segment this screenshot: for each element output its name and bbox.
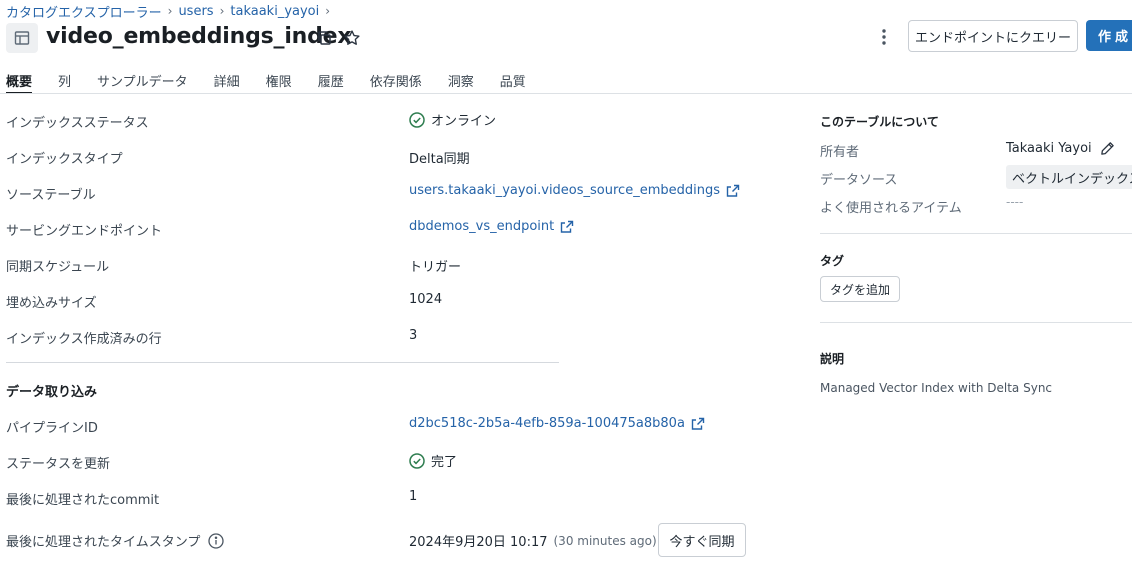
indexed-rows-value: 3: [409, 328, 418, 343]
owner-label: 所有者: [820, 145, 860, 160]
pipeline-id-link[interactable]: d2bc518c-2b5a-4efb-859a-100475a8b80a: [409, 416, 685, 431]
source-table-link[interactable]: users.takaaki_yayoi.videos_source_embedd…: [409, 183, 720, 198]
tab-lineage[interactable]: 依存関係: [370, 68, 422, 94]
last-commit-label: 最後に処理されたcommit: [6, 493, 160, 508]
tab-bar: 概要 列 サンプルデータ 詳細 権限 履歴 依存関係 洞察 品質: [6, 68, 552, 94]
embedding-size-label: 埋め込みサイズ: [6, 296, 97, 311]
frequently-used-value: ----: [1006, 195, 1024, 209]
info-icon[interactable]: [208, 532, 225, 549]
about-divider: [820, 233, 1132, 234]
update-status-label: ステータスを更新: [6, 457, 111, 472]
source-table-value: users.takaaki_yayoi.videos_source_embedd…: [409, 183, 740, 198]
about-table-title: このテーブルについて: [820, 115, 939, 129]
source-table-label: ソーステーブル: [6, 188, 96, 203]
sync-schedule-label: 同期スケジュール: [6, 260, 110, 275]
section-divider: [6, 362, 559, 363]
breadcrumb-users[interactable]: users: [178, 4, 213, 19]
breadcrumb-schema[interactable]: takaaki_yayoi: [230, 4, 319, 19]
embedding-size-value: 1024: [409, 292, 443, 307]
external-link-icon[interactable]: [560, 220, 574, 234]
tab-overview[interactable]: 概要: [6, 68, 33, 94]
index-status-label: インデックスステータス: [6, 116, 149, 131]
check-circle-icon: [409, 111, 425, 128]
query-endpoint-button[interactable]: エンドポイントにクエリー: [908, 20, 1078, 52]
external-link-icon[interactable]: [691, 417, 705, 431]
table-icon: [6, 23, 38, 53]
tab-insights[interactable]: 洞察: [448, 68, 474, 94]
add-tag-button[interactable]: タグを追加: [820, 276, 900, 302]
description-text: Managed Vector Index with Delta Sync: [820, 381, 1053, 395]
serving-endpoint-value: dbdemos_vs_endpoint: [409, 219, 574, 234]
last-commit-value: 1: [409, 489, 418, 504]
tab-quality[interactable]: 品質: [500, 68, 526, 94]
breadcrumb-separator: ›: [325, 4, 331, 18]
owner-name: Takaaki Yayoi: [1006, 141, 1092, 156]
external-link-icon[interactable]: [726, 184, 740, 198]
description-title: 説明: [820, 352, 845, 366]
last-timestamp-relative: (30 minutes ago): [553, 533, 657, 548]
sync-schedule-value: トリガー: [409, 260, 462, 275]
data-ingestion-title: データ取り込み: [6, 385, 98, 400]
serving-endpoint-label: サービングエンドポイント: [6, 224, 163, 239]
page-title: video_embeddings_index: [46, 24, 352, 49]
pipeline-id-value: d2bc518c-2b5a-4efb-859a-100475a8b80a: [409, 416, 705, 431]
tags-divider: [820, 322, 1132, 323]
last-timestamp-value: 2024年9月20日 10:17 (30 minutes ago): [409, 531, 657, 551]
index-type-value: Delta同期: [409, 152, 470, 167]
tags-title: タグ: [820, 254, 845, 268]
more-options-icon[interactable]: [872, 25, 896, 49]
breadcrumb-separator: ›: [167, 4, 173, 18]
sync-now-button[interactable]: 今すぐ同期: [658, 523, 746, 557]
last-timestamp-label: 最後に処理されたタイムスタンプ: [6, 535, 201, 550]
index-type-label: インデックスタイプ: [6, 152, 123, 167]
serving-endpoint-link[interactable]: dbdemos_vs_endpoint: [409, 219, 554, 234]
copy-icon[interactable]: [314, 28, 334, 48]
tab-details[interactable]: 詳細: [214, 68, 240, 94]
index-status-text: オンライン: [431, 114, 497, 129]
owner-value: Takaaki Yayoi: [1006, 141, 1115, 156]
last-timestamp-text: 2024年9月20日 10:17: [409, 535, 548, 550]
update-status-value: 完了: [409, 451, 457, 470]
create-button[interactable]: 作成: [1086, 20, 1132, 51]
indexed-rows-label: インデックス作成済みの行: [6, 332, 162, 347]
tab-sample-data[interactable]: サンプルデータ: [97, 68, 188, 94]
star-icon[interactable]: [341, 27, 363, 49]
breadcrumb-separator: ›: [219, 4, 225, 18]
tabs-divider: [0, 93, 1132, 94]
index-status-value: オンライン: [409, 110, 496, 129]
pipeline-id-label: パイプラインID: [6, 421, 98, 436]
pencil-icon[interactable]: [1100, 141, 1115, 156]
update-status-text: 完了: [431, 455, 458, 470]
frequently-used-label: よく使用されるアイテム: [820, 201, 962, 216]
check-circle-icon: [409, 452, 425, 469]
data-source-label: データソース: [820, 173, 898, 188]
breadcrumb-catalog-explorer[interactable]: カタログエクスプローラー: [6, 2, 162, 21]
tab-columns[interactable]: 列: [58, 68, 71, 94]
tab-permissions[interactable]: 権限: [266, 68, 292, 94]
tab-history[interactable]: 履歴: [318, 68, 344, 94]
last-timestamp-label-row: 最後に処理されたタイムスタンプ: [6, 531, 225, 550]
breadcrumb: カタログエクスプローラー › users › takaaki_yayoi ›: [6, 2, 331, 21]
data-source-chip: ベクトルインデックス: [1006, 165, 1132, 189]
